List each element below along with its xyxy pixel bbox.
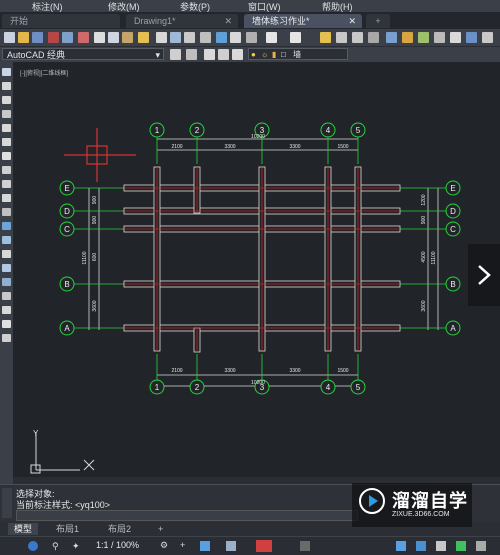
grid-label-top-4: 4 bbox=[326, 126, 331, 135]
chevron-right-icon bbox=[478, 265, 491, 285]
menu-icon[interactable] bbox=[476, 541, 486, 551]
ui-lock-icon[interactable] bbox=[436, 541, 446, 551]
dim-top-3: 3300 bbox=[289, 144, 300, 150]
tab-model[interactable]: 模型 bbox=[8, 523, 39, 535]
hardware-acceleration-icon[interactable] bbox=[256, 540, 272, 552]
status-bar: ⚲ ✦ 1:1 / 100% ⚙ + bbox=[0, 536, 500, 555]
plus-icon[interactable]: + bbox=[180, 540, 185, 550]
next-slide-button[interactable] bbox=[468, 244, 500, 306]
dim-right-3: 4500 bbox=[421, 251, 427, 262]
dim-top-total: 10200 bbox=[251, 134, 265, 140]
grid-label-right-E: E bbox=[450, 184, 455, 193]
tab-layout2[interactable]: 布局2 bbox=[102, 523, 137, 535]
dim-left-4: 3600 bbox=[92, 300, 98, 311]
customization-icon[interactable] bbox=[396, 541, 406, 551]
grid-label-left-E: E bbox=[64, 184, 69, 193]
annotation-visibility-icon[interactable]: ✦ bbox=[72, 541, 82, 551]
command-window-handle[interactable] bbox=[2, 488, 12, 518]
dim-right-2: 900 bbox=[421, 216, 427, 225]
grid-label-top-2: 2 bbox=[195, 126, 200, 135]
scale-display[interactable]: 1:1 / 100% bbox=[96, 540, 139, 550]
grid-label-right-C: C bbox=[450, 225, 456, 234]
watermark-subtitle: ZIXUE.3D66.COM bbox=[392, 511, 450, 518]
settings-gear-icon[interactable]: ⚙ bbox=[160, 540, 168, 551]
dim-top-4: 1500 bbox=[337, 144, 348, 150]
workspace-switch-icon[interactable] bbox=[200, 541, 210, 551]
grid-label-left-B: B bbox=[64, 280, 69, 289]
dim-left-1: 900 bbox=[92, 196, 98, 205]
dim-bottom-2: 3300 bbox=[224, 368, 235, 374]
grid-label-bottom-1: 1 bbox=[155, 383, 160, 392]
dim-right-4: 3600 bbox=[421, 300, 427, 311]
grid-label-bottom-2: 2 bbox=[195, 383, 200, 392]
crosshair-cursor bbox=[64, 128, 136, 182]
dim-right-total: 11100 bbox=[431, 251, 437, 264]
dim-bottom-1: 2100 bbox=[171, 368, 182, 374]
dim-top-2: 3300 bbox=[224, 144, 235, 150]
tab-layout1[interactable]: 布局1 bbox=[50, 523, 85, 535]
grid-label-right-A: A bbox=[450, 324, 456, 333]
dim-left-total: 11100 bbox=[82, 251, 88, 264]
floor-plan-drawing: 1 2 3 4 5 1 2 3 4 5 E D C B A E D C B A … bbox=[30, 122, 461, 474]
grid-label-top-5: 5 bbox=[356, 126, 361, 135]
grid-label-bottom-5: 5 bbox=[356, 383, 361, 392]
grid-label-top-1: 1 bbox=[155, 126, 160, 135]
dim-left-2: 900 bbox=[92, 216, 98, 225]
command-input[interactable] bbox=[16, 510, 358, 521]
grid-label-right-D: D bbox=[450, 207, 456, 216]
globe-icon[interactable] bbox=[28, 541, 38, 551]
grid-label-left-A: A bbox=[64, 324, 70, 333]
grid-label-left-D: D bbox=[64, 207, 70, 216]
dim-bottom-3: 3300 bbox=[289, 368, 300, 374]
dim-right-1: 1200 bbox=[421, 194, 427, 205]
clean-screen-icon[interactable] bbox=[300, 541, 310, 551]
isolate-objects-icon[interactable] bbox=[456, 541, 466, 551]
app-icon[interactable] bbox=[416, 541, 426, 551]
grid-label-right-B: B bbox=[450, 280, 455, 289]
annotation-scale-icon[interactable]: ⚲ bbox=[52, 541, 62, 551]
grid-label-left-C: C bbox=[64, 225, 70, 234]
dim-left-3: 600 bbox=[92, 253, 98, 262]
grid-label-bottom-4: 4 bbox=[326, 383, 331, 392]
ucs-icon bbox=[30, 432, 95, 474]
watermark-logo bbox=[359, 488, 385, 514]
add-layout-button[interactable]: + bbox=[152, 523, 169, 535]
dim-top-1: 2100 bbox=[171, 144, 182, 150]
dim-bottom-total: 10200 bbox=[251, 380, 265, 386]
isolate-icon[interactable] bbox=[226, 541, 236, 551]
watermark-title: 溜溜自学 bbox=[392, 491, 468, 511]
ucs-y-label: Y bbox=[33, 429, 39, 438]
dim-bottom-4: 1500 bbox=[337, 368, 348, 374]
